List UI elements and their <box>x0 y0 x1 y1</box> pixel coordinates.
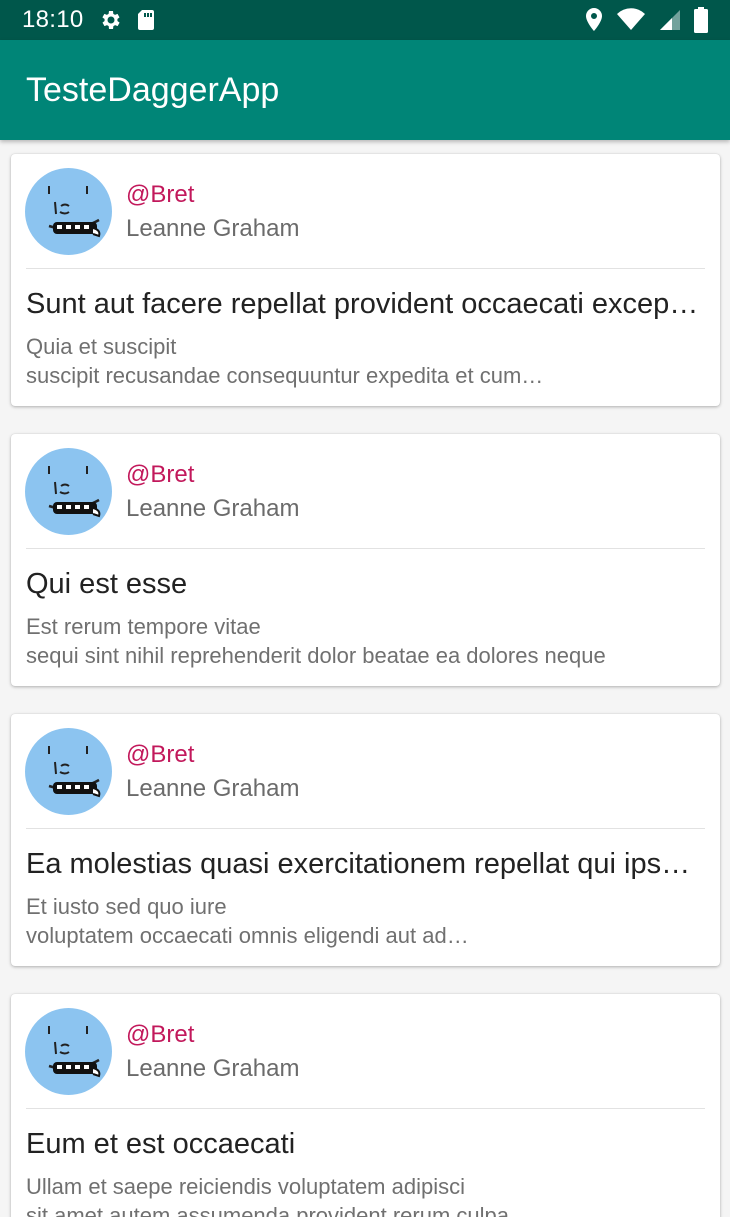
sd-card-icon <box>136 8 156 32</box>
post-card[interactable]: @Bret Leanne Graham Qui est esse Est rer… <box>11 434 720 686</box>
post-title: Eum et est occaecati <box>26 1128 296 1160</box>
signal-icon <box>658 8 682 32</box>
divider <box>26 828 705 829</box>
post-body-line: Ullam et saepe reiciendis voluptatem adi… <box>26 1174 465 1199</box>
post-body-line: Est rerum tempore vitae <box>26 614 261 639</box>
battery-icon <box>694 7 708 33</box>
username: @Bret <box>126 741 195 768</box>
post-body-line: suscipit recusandae consequuntur expedit… <box>26 363 544 388</box>
post-title: Sunt aut facere repellat provident occae… <box>26 288 705 320</box>
divider <box>26 1108 705 1109</box>
user-name: Leanne Graham <box>126 1055 300 1082</box>
post-card[interactable]: @Bret Leanne Graham Eum et est occaecati… <box>11 994 720 1217</box>
post-card[interactable]: @Bret Leanne Graham Ea molestias quasi e… <box>11 714 720 966</box>
user-name: Leanne Graham <box>126 775 300 802</box>
post-card[interactable]: @Bret Leanne Graham Sunt aut facere repe… <box>11 154 720 406</box>
post-body-line: sequi sint nihil reprehenderit dolor bea… <box>26 643 606 668</box>
app-title: TesteDaggerApp <box>26 70 280 109</box>
gear-icon <box>98 8 122 32</box>
wifi-icon <box>616 8 646 32</box>
status-right <box>584 7 708 33</box>
user-name: Leanne Graham <box>126 215 300 242</box>
app-bar: TesteDaggerApp <box>0 40 730 140</box>
post-body-line: Et iusto sed quo iure <box>26 894 227 919</box>
status-left: 18:10 <box>22 6 156 34</box>
divider <box>26 268 705 269</box>
post-body: Est rerum tempore vitae sequi sint nihil… <box>26 612 695 670</box>
post-title: Ea molestias quasi exercitationem repell… <box>26 848 705 880</box>
user-name: Leanne Graham <box>126 495 300 522</box>
post-body: Ullam et saepe reiciendis voluptatem adi… <box>26 1172 695 1217</box>
avatar <box>25 448 112 535</box>
post-list[interactable]: @Bret Leanne Graham Sunt aut facere repe… <box>0 140 730 1217</box>
avatar <box>25 1008 112 1095</box>
post-body-line: Quia et suscipit <box>26 334 177 359</box>
divider <box>26 548 705 549</box>
status-time: 18:10 <box>22 6 84 33</box>
location-icon <box>584 7 604 33</box>
post-body: Et iusto sed quo iure voluptatem occaeca… <box>26 892 695 950</box>
username: @Bret <box>126 461 195 488</box>
post-title: Qui est esse <box>26 568 188 600</box>
status-bar: 18:10 <box>0 0 730 40</box>
post-body-line: voluptatem occaecati omnis eligendi aut … <box>26 923 469 948</box>
username: @Bret <box>126 1021 195 1048</box>
username: @Bret <box>126 181 195 208</box>
avatar <box>25 168 112 255</box>
post-body-line: sit amet autem assumenda provident rerum… <box>26 1203 510 1217</box>
avatar <box>25 728 112 815</box>
post-body: Quia et suscipit suscipit recusandae con… <box>26 332 695 390</box>
